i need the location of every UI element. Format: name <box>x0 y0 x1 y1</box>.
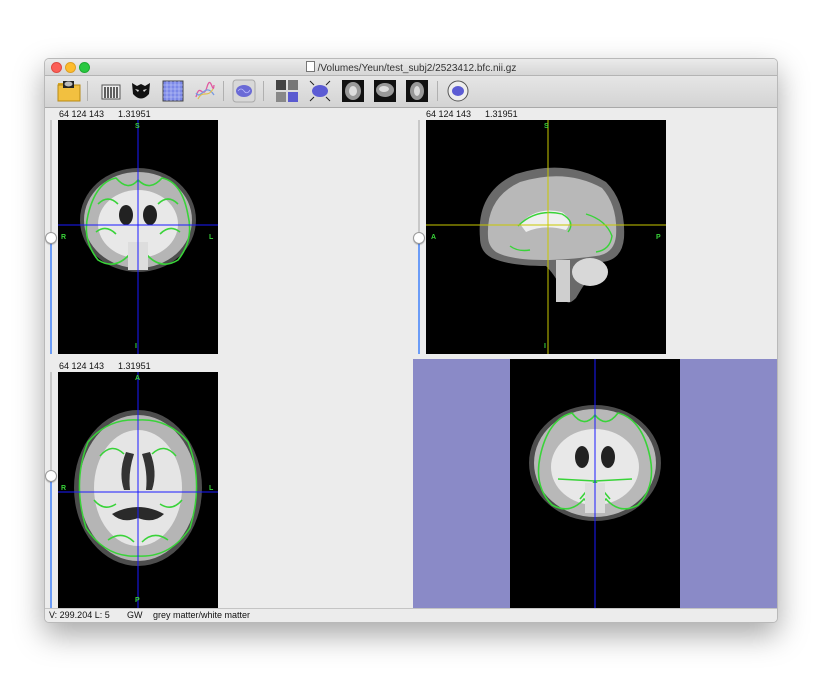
axial-view[interactable]: A P R L <box>58 372 218 608</box>
axial-info: 64 124 143 1.31951 <box>59 361 165 371</box>
toolbar-separator <box>87 81 88 101</box>
toolbar-separator <box>437 81 438 101</box>
sagittal-info: 64 124 143 1.31951 <box>426 109 532 119</box>
grid-button[interactable] <box>161 79 185 103</box>
folder-brain-icon <box>57 81 81 102</box>
axial-slider-fill <box>50 479 52 608</box>
document-icon <box>305 61 315 72</box>
title-bar: /Volumes/Yeun/test_subj2/2523412.bfc.nii… <box>45 59 777 76</box>
coronal-label-left: R <box>61 234 67 241</box>
brain-surface-icon <box>232 79 256 103</box>
coronal-coords: 64 124 143 <box>59 109 105 119</box>
layout-icon <box>276 80 298 102</box>
window-title-wrap: /Volumes/Yeun/test_subj2/2523412.bfc.nii… <box>45 61 777 74</box>
toolbar <box>45 76 777 108</box>
sagittal-label-top: S <box>544 123 549 130</box>
axial-label-left: R <box>61 485 67 492</box>
sagittal-view[interactable]: S I A P <box>426 120 666 354</box>
layout-button[interactable] <box>275 79 299 103</box>
coronal-label-right: L <box>209 234 214 241</box>
curves-button[interactable] <box>193 79 217 103</box>
sagittal-slider-knob[interactable] <box>413 232 425 244</box>
mask-button[interactable] <box>129 79 153 103</box>
sagittal-label-right: P <box>656 234 661 241</box>
toolbar-separator <box>223 81 224 101</box>
sagittal-slider-fill <box>418 237 420 354</box>
coronal-slider-knob[interactable] <box>45 232 57 244</box>
stack-icon <box>101 84 121 100</box>
mask-icon <box>132 83 150 99</box>
coronal-label-bottom: I <box>135 343 137 350</box>
window-title: /Volumes/Yeun/test_subj2/2523412.bfc.nii… <box>317 63 517 74</box>
status-value: V: 299.204 L: 5 <box>49 610 110 620</box>
sagittal-coords: 64 124 143 <box>426 109 472 119</box>
surface-button[interactable] <box>232 79 256 103</box>
app-window: /Volumes/Yeun/test_subj2/2523412.bfc.nii… <box>44 58 778 623</box>
slice-view-3-button[interactable] <box>405 79 429 103</box>
sagittal-label-bottom: I <box>544 343 546 350</box>
grid-icon <box>162 80 184 102</box>
rotate-brain-icon <box>447 80 469 102</box>
sagittal-label-left: A <box>431 234 437 241</box>
slice-view-1-button[interactable] <box>341 79 365 103</box>
coronal-label-top: S <box>135 123 140 130</box>
axial-label-right: L <box>209 485 214 492</box>
sagittal-intensity: 1.31951 <box>485 109 518 119</box>
brain-network-button[interactable] <box>308 79 332 103</box>
3d-render-slice <box>510 359 680 608</box>
toolbar-separator <box>263 81 264 101</box>
status-label-code: GW <box>127 610 143 620</box>
viewer-area: 64 124 143 1.31951 S I R L 64 124 143 1.… <box>45 108 777 608</box>
slice-view-2-button[interactable] <box>373 79 397 103</box>
rotate-brain-button[interactable] <box>446 79 470 103</box>
3d-render-view[interactable] <box>413 359 777 608</box>
coronal-slider-fill <box>50 237 52 354</box>
axial-coords: 64 124 143 <box>59 361 105 371</box>
slice-icon <box>342 80 364 102</box>
axial-label-bottom: P <box>135 597 140 604</box>
curves-icon <box>195 81 215 100</box>
open-folder-button[interactable] <box>57 79 81 103</box>
stack-button[interactable] <box>99 79 123 103</box>
coronal-intensity: 1.31951 <box>118 109 151 119</box>
axial-label-top: A <box>135 375 141 382</box>
axial-slider-knob[interactable] <box>45 470 57 482</box>
status-label-name: grey matter/white matter <box>153 610 251 620</box>
coronal-info: 64 124 143 1.31951 <box>59 109 165 119</box>
slice-icon <box>374 80 396 102</box>
brain-network-icon <box>309 80 331 102</box>
coronal-view[interactable]: S I R L <box>58 120 218 354</box>
status-bar: V: 299.204 L: 5 GW grey matter/white mat… <box>45 608 777 622</box>
axial-intensity: 1.31951 <box>118 361 151 371</box>
slice-icon <box>406 80 428 102</box>
